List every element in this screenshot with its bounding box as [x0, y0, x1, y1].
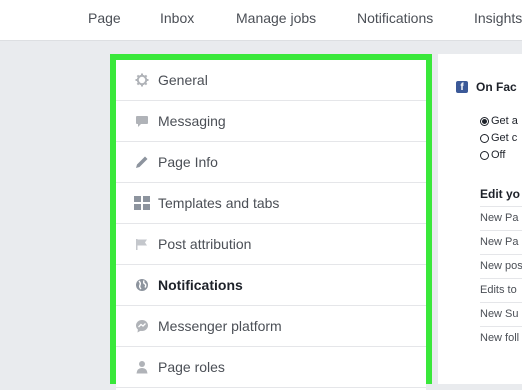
radio-label: Get c [491, 132, 518, 144]
sidebar-item-label: Messenger platform [158, 318, 282, 334]
messenger-icon [134, 318, 150, 334]
section-title: On Fac [476, 80, 517, 94]
grid-icon [134, 195, 150, 211]
list-item[interactable]: New Pa [480, 206, 522, 230]
list-item[interactable]: New pos [480, 254, 522, 278]
sidebar-item-general[interactable]: General [116, 60, 426, 101]
sidebar-item-page-info[interactable]: Page Info [116, 142, 426, 183]
radio-button-selected[interactable] [480, 116, 489, 126]
sidebar-item-label: General [158, 72, 208, 88]
settings-sidebar-highlight: General Messaging Page Info Templates an… [110, 54, 432, 390]
list-item[interactable]: New foll [480, 326, 522, 350]
nav-tab-inbox[interactable]: Inbox [160, 10, 194, 26]
sidebar-item-label: Notifications [158, 277, 243, 293]
notification-event-list: New Pa New Pa New pos Edits to New Su Ne… [480, 206, 522, 350]
notifications-settings-panel: f On Fac Get a Get c Off Edit yo New Pa … [438, 54, 522, 384]
sidebar-item-messaging[interactable]: Messaging [116, 101, 426, 142]
globe-icon [134, 277, 150, 293]
pencil-icon [134, 154, 150, 170]
sidebar-item-notifications[interactable]: Notifications [116, 265, 426, 306]
chat-icon [134, 113, 150, 129]
facebook-icon: f [456, 81, 468, 93]
sidebar-item-label: Templates and tabs [158, 195, 280, 211]
list-item[interactable]: Edits to [480, 278, 522, 302]
radio-label: Get a [491, 115, 518, 127]
sidebar-item-label: Page Info [158, 154, 218, 170]
sidebar-item-page-roles[interactable]: Page roles [116, 347, 426, 388]
list-item[interactable]: New Su [480, 302, 522, 326]
nav-tab-notifications[interactable]: Notifications [357, 10, 433, 26]
settings-sidebar: General Messaging Page Info Templates an… [116, 60, 426, 390]
radio-option-off[interactable]: Off [480, 149, 505, 161]
sidebar-item-messenger-platform[interactable]: Messenger platform [116, 306, 426, 347]
radio-button[interactable] [480, 150, 489, 160]
gear-icon [134, 72, 150, 88]
section-header: f On Fac [456, 80, 517, 94]
top-navigation: Page Inbox Manage jobs Notifications Ins… [0, 0, 522, 41]
nav-tab-manage-jobs[interactable]: Manage jobs [236, 10, 316, 26]
edit-section-title: Edit yo [480, 187, 521, 201]
sidebar-item-label: Post attribution [158, 236, 252, 252]
nav-tab-page[interactable]: Page [88, 10, 121, 26]
flag-icon [134, 236, 150, 252]
radio-option-get-all[interactable]: Get a [480, 115, 518, 127]
radio-button[interactable] [480, 133, 489, 143]
radio-label: Off [491, 149, 506, 161]
sidebar-item-post-attribution[interactable]: Post attribution [116, 224, 426, 265]
radio-option-get-content[interactable]: Get c [480, 132, 517, 144]
nav-tab-insights[interactable]: Insights [474, 10, 522, 26]
sidebar-item-templates-and-tabs[interactable]: Templates and tabs [116, 183, 426, 224]
sidebar-item-label: Messaging [158, 113, 226, 129]
list-item[interactable]: New Pa [480, 230, 522, 254]
